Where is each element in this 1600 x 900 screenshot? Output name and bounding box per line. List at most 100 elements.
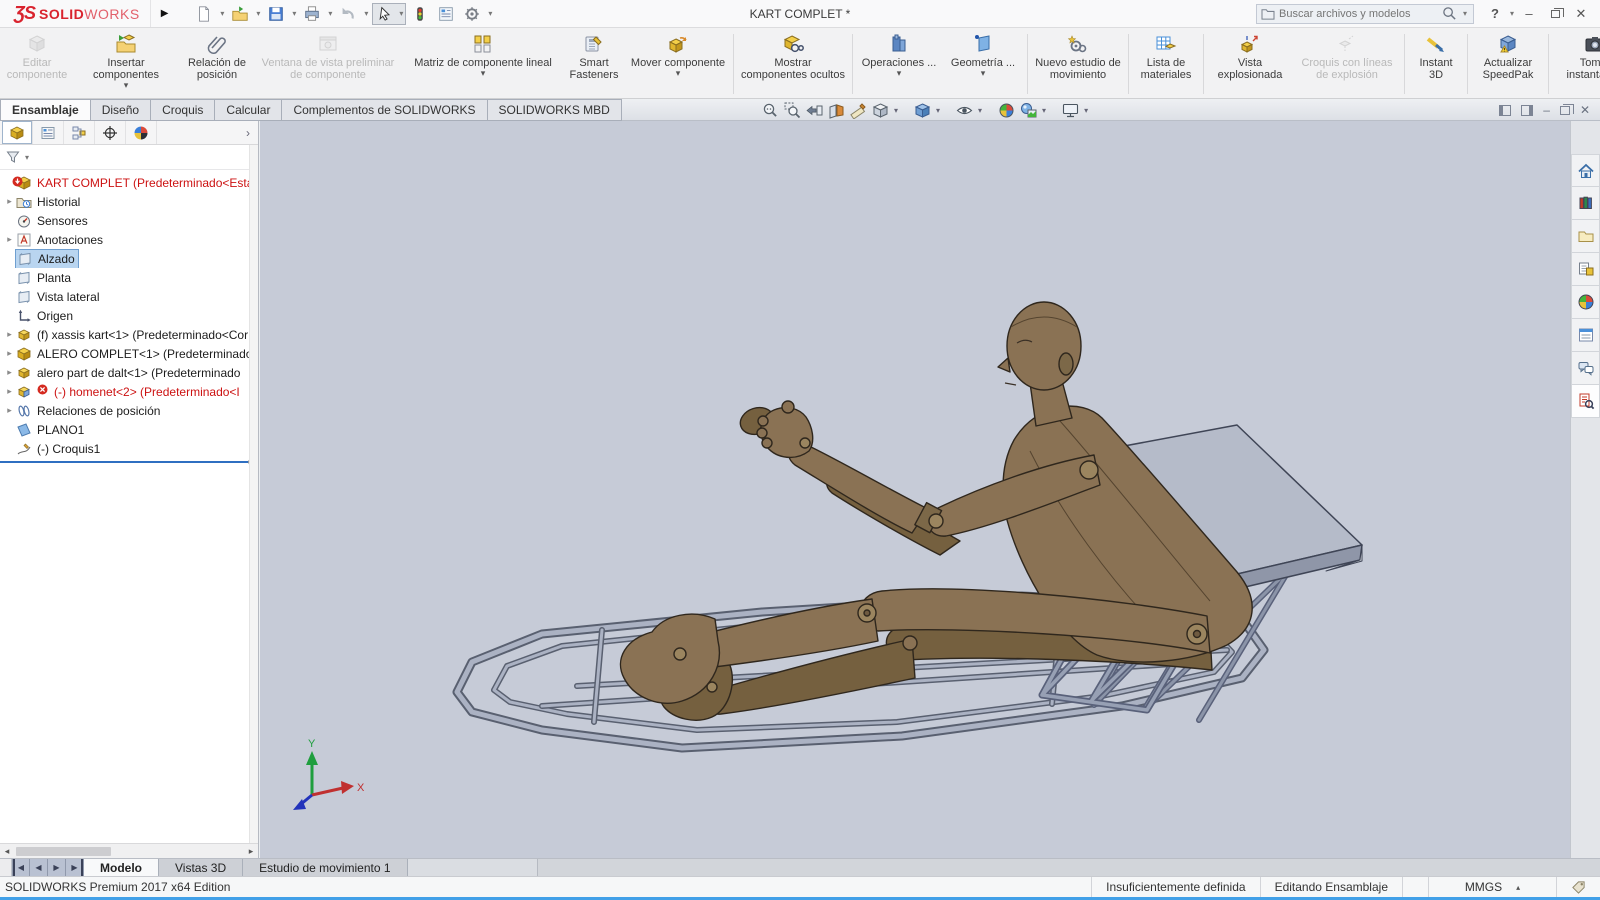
exploded-view-button[interactable]: Vista explosionada — [1207, 31, 1293, 97]
update-speedpak-button[interactable]: Actualizar SpeedPak — [1471, 31, 1545, 97]
view-palette-icon[interactable] — [1571, 253, 1600, 286]
print-icon[interactable] — [300, 3, 324, 25]
scroll-right-icon[interactable]: ▸ — [244, 846, 258, 857]
section-view-icon[interactable] — [828, 102, 845, 119]
show-hidden-components-button[interactable]: Mostrar componentes ocultos — [737, 31, 849, 97]
hide-show-items-icon[interactable] — [956, 102, 973, 119]
caret-down-icon[interactable]: ▾ — [397, 9, 405, 18]
expand-arrow-icon[interactable]: ▸ — [3, 348, 16, 359]
help-button[interactable]: ? — [1482, 2, 1508, 26]
tree-item-xassis-kart[interactable]: ▸ (f) xassis kart<1> (Predeterminado<Cor — [0, 325, 258, 344]
first-tab-button[interactable]: ◀ — [12, 859, 30, 876]
caret-down-icon[interactable]: ▾ — [362, 9, 370, 18]
tree-item-root[interactable]: KART COMPLET (Predeterminado<Esta — [0, 173, 258, 192]
bill-of-materials-button[interactable]: Lista de materiales — [1132, 31, 1200, 97]
solidworks-resources-home-icon[interactable] — [1571, 154, 1600, 187]
zoom-area-icon[interactable] — [784, 102, 801, 119]
close-button[interactable]: ✕ — [1568, 2, 1594, 26]
menu-expand-arrow[interactable]: ▶ — [151, 8, 179, 19]
previous-view-icon[interactable] — [806, 102, 823, 119]
caret-down-icon[interactable]: ▾ — [23, 153, 31, 162]
caret-down-icon[interactable]: ▾ — [290, 9, 298, 18]
caret-down-icon[interactable]: ▾ — [254, 9, 262, 18]
expand-arrow-icon[interactable]: ▸ — [3, 234, 16, 245]
tree-filter-row[interactable]: ▾ — [0, 145, 258, 170]
dock-left-icon[interactable] — [1499, 105, 1511, 116]
minimize-button[interactable]: – — [1516, 2, 1542, 26]
tab-solidworks-mbd[interactable]: SOLIDWORKS MBD — [488, 99, 622, 121]
zoom-fit-icon[interactable] — [762, 102, 779, 119]
custom-properties-icon[interactable] — [1571, 319, 1600, 352]
configurationmanager-tab-icon[interactable] — [64, 121, 95, 144]
view-settings-icon[interactable] — [1062, 102, 1079, 119]
forum-icon[interactable] — [1571, 352, 1600, 385]
previous-tab-button[interactable]: ◀ — [30, 859, 48, 876]
tree-item-plano1[interactable]: PLANO1 — [0, 420, 258, 439]
graphics-viewport[interactable]: Y X — [260, 121, 1570, 858]
tag-button[interactable] — [1556, 877, 1600, 897]
file-properties-icon[interactable] — [434, 3, 458, 25]
rebuild-icon[interactable] — [408, 3, 432, 25]
design-library-icon[interactable] — [1571, 187, 1600, 220]
caret-down-icon[interactable]: ▾ — [1461, 9, 1469, 18]
reference-geometry-button[interactable]: Geometría ... ▾ — [942, 31, 1024, 97]
scroll-left-icon[interactable]: ◂ — [0, 846, 14, 857]
instant-3d-button[interactable]: Instant 3D — [1408, 31, 1464, 97]
new-motion-study-button[interactable]: Nuevo estudio de movimiento — [1031, 31, 1125, 97]
selected-tree-item[interactable]: Alzado — [16, 250, 78, 268]
options-gear-icon[interactable] — [460, 3, 484, 25]
doc-close-icon[interactable]: ✕ — [1580, 103, 1590, 117]
caret-down-icon[interactable]: ▾ — [978, 106, 982, 115]
expand-arrow-icon[interactable]: ▸ — [3, 405, 16, 416]
tree-item-croquis1[interactable]: (-) Croquis1 — [0, 439, 258, 458]
tree-item-alzado[interactable]: Alzado — [0, 249, 258, 268]
select-cursor-icon[interactable] — [373, 3, 397, 25]
caret-down-icon[interactable]: ▾ — [1508, 9, 1516, 18]
assembly-features-button[interactable]: Operaciones ... ▾ — [856, 31, 942, 97]
tree-item-planta[interactable]: Planta — [0, 268, 258, 287]
new-document-icon[interactable] — [192, 3, 216, 25]
file-explorer-icon[interactable] — [1571, 220, 1600, 253]
dimxpert-tab-icon[interactable] — [95, 121, 126, 144]
tree-item-vista-lateral[interactable]: Vista lateral — [0, 287, 258, 306]
caret-down-icon[interactable]: ▾ — [936, 106, 940, 115]
caret-down-icon[interactable]: ▾ — [124, 81, 129, 91]
tab-calcular[interactable]: Calcular — [215, 99, 282, 121]
caret-down-icon[interactable]: ▾ — [981, 69, 986, 79]
restore-button[interactable] — [1542, 2, 1568, 26]
open-icon[interactable] — [228, 3, 252, 25]
expand-arrow-icon[interactable]: ▸ — [3, 367, 16, 378]
featuremanager-tab-icon[interactable] — [2, 121, 33, 144]
caret-down-icon[interactable]: ▾ — [676, 69, 681, 79]
caret-down-icon[interactable]: ▾ — [218, 9, 226, 18]
tab-croquis[interactable]: Croquis — [151, 99, 215, 121]
panel-flyout-chevron[interactable]: › — [246, 126, 250, 140]
panel-vertical-scrollbar[interactable] — [249, 145, 258, 843]
caret-down-icon[interactable]: ▾ — [486, 9, 494, 18]
rollback-bar[interactable] — [0, 461, 258, 463]
tab-diseno[interactable]: Diseño — [91, 99, 151, 121]
filter-funnel-icon[interactable] — [5, 149, 21, 165]
mate-button[interactable]: Relación de posición — [182, 31, 252, 97]
tab-estudio-movimiento[interactable]: Estudio de movimiento 1 — [243, 859, 407, 876]
appearances-scenes-icon[interactable] — [1571, 286, 1600, 319]
apply-scene-icon[interactable] — [1020, 102, 1037, 119]
tree-item-relaciones[interactable]: ▸ Relaciones de posición — [0, 401, 258, 420]
select-tool[interactable]: ▾ — [372, 3, 406, 25]
display-style-icon[interactable] — [914, 102, 931, 119]
units-selector[interactable]: MMGS ▴ — [1428, 877, 1556, 897]
tab-vistas-3d[interactable]: Vistas 3D — [159, 859, 243, 876]
tree-item-alero-part[interactable]: ▸ alero part de dalt<1> (Predeterminado — [0, 363, 258, 382]
tree-item-historial[interactable]: ▸ Historial — [0, 192, 258, 211]
displaymanager-tab-icon[interactable] — [126, 121, 157, 144]
search-input[interactable] — [1279, 8, 1438, 20]
expand-arrow-icon[interactable]: ▸ — [3, 386, 16, 397]
save-icon[interactable] — [264, 3, 288, 25]
smart-fasteners-button[interactable]: Smart Fasteners — [562, 31, 626, 97]
inspection-icon[interactable] — [1571, 385, 1600, 418]
last-tab-button[interactable]: ▶ — [66, 859, 84, 876]
insert-components-button[interactable]: Insertar componentes ▾ — [70, 31, 182, 97]
propertymanager-tab-icon[interactable] — [33, 121, 64, 144]
dock-right-icon[interactable] — [1521, 105, 1533, 116]
tab-complementos[interactable]: Complementos de SOLIDWORKS — [282, 99, 487, 121]
